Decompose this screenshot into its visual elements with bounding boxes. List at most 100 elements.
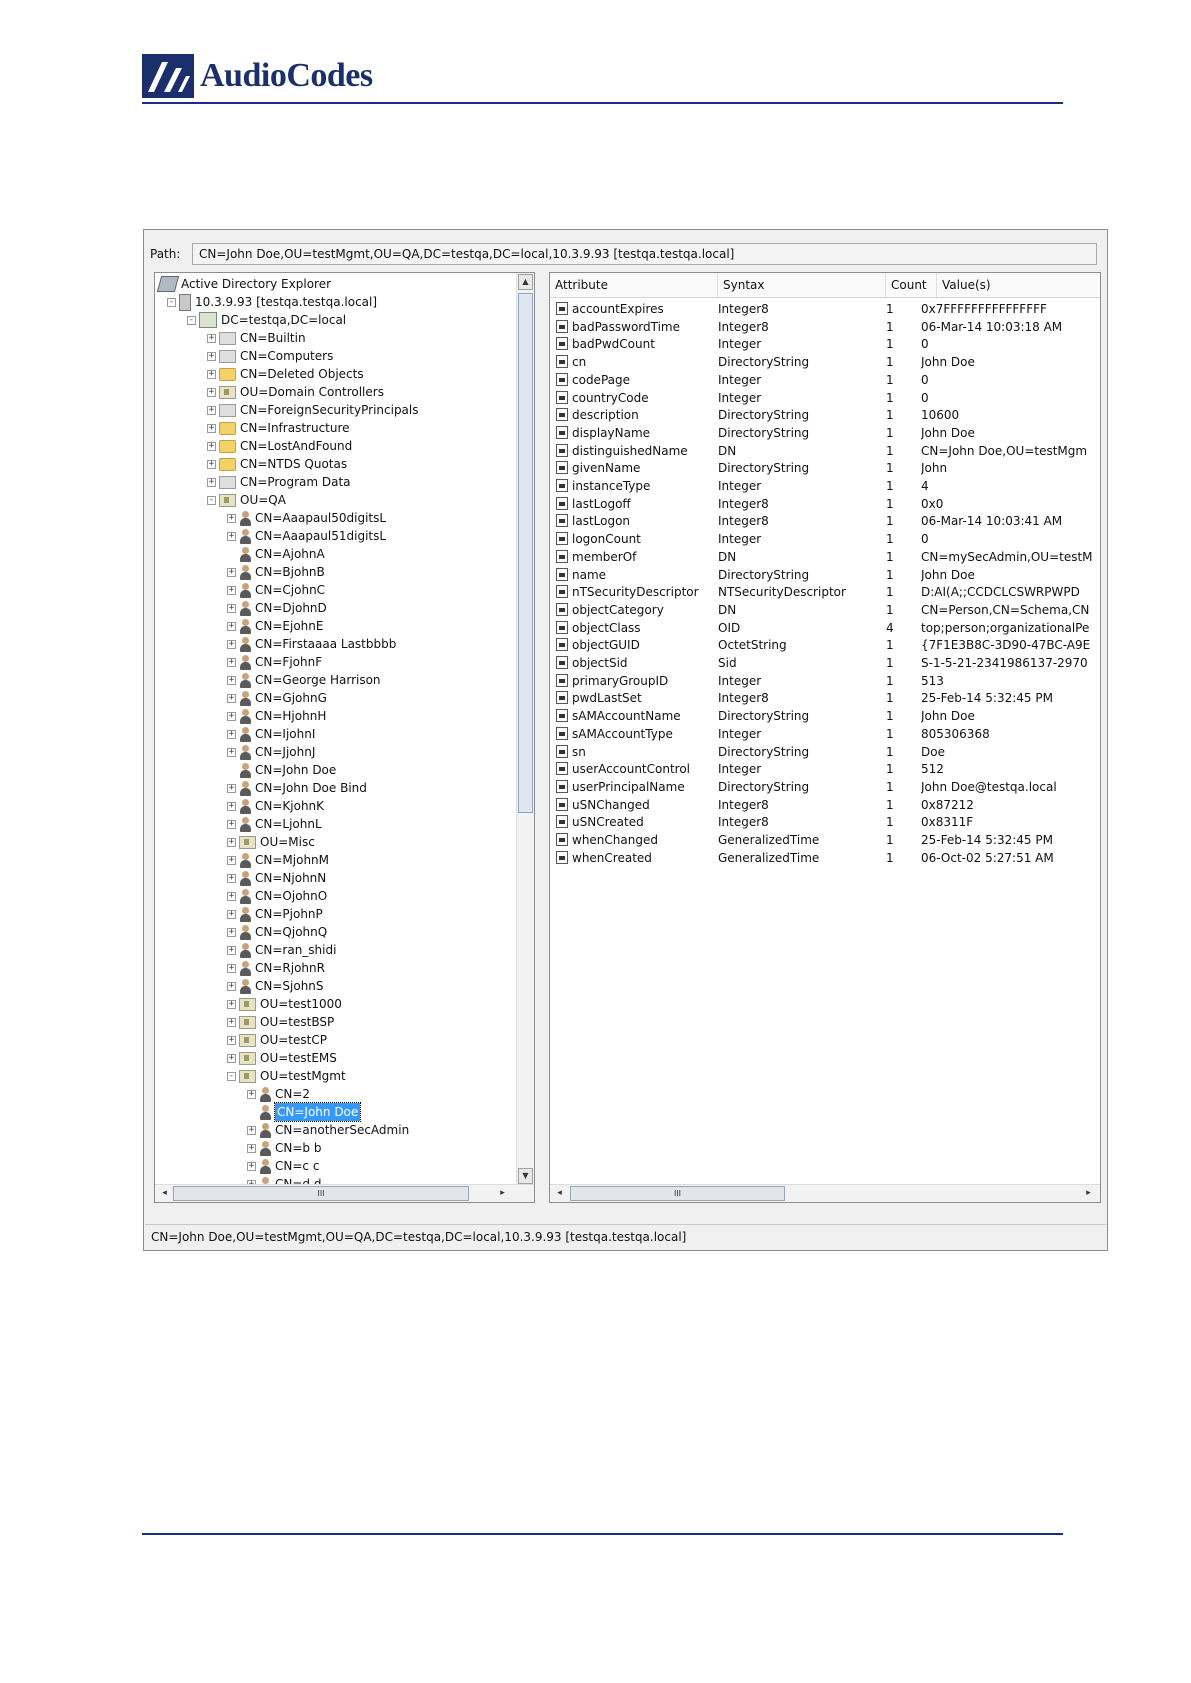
expand-icon[interactable]: + <box>227 963 236 973</box>
tree-item[interactable]: + CN=CjohnC <box>227 581 325 599</box>
tree-item[interactable]: + CN=OjohnO <box>227 887 327 905</box>
tree-item[interactable]: + CN=2 <box>247 1085 310 1103</box>
table-row[interactable]: description DirectoryString 1 10600 <box>550 406 1100 425</box>
expand-icon[interactable]: + <box>207 423 216 433</box>
tree-item[interactable]: + CN=RjohnR <box>227 959 325 977</box>
expand-icon[interactable]: + <box>227 873 236 883</box>
tree-item[interactable]: + CN=EjohnE <box>227 617 323 635</box>
list-hscroll-thumb[interactable]: III <box>570 1186 785 1201</box>
expand-icon[interactable]: + <box>227 891 236 901</box>
tree-item[interactable]: - OU=testMgmt <box>227 1067 346 1085</box>
table-row[interactable]: sn DirectoryString 1 Doe <box>550 743 1100 762</box>
tree-item[interactable]: + CN=Computers <box>207 347 333 365</box>
tree-item[interactable]: CN=John Doe <box>247 1102 362 1122</box>
expand-icon[interactable]: + <box>227 783 236 793</box>
expand-icon[interactable]: + <box>247 1143 256 1153</box>
expand-icon[interactable]: + <box>207 441 216 451</box>
scroll-left-icon[interactable]: ◂ <box>552 1186 567 1201</box>
expand-icon[interactable]: + <box>227 927 236 937</box>
tree-item[interactable]: + CN=SjohnS <box>227 977 324 995</box>
tree-item[interactable]: + CN=ForeignSecurityPrincipals <box>207 401 419 419</box>
tree-item[interactable]: + OU=Domain Controllers <box>207 383 384 401</box>
expand-icon[interactable]: + <box>227 1017 236 1027</box>
tree-item[interactable]: + OU=testBSP <box>227 1013 334 1031</box>
table-row[interactable]: pwdLastSet Integer8 1 25-Feb-14 5:32:45 PM <box>550 689 1100 708</box>
tree-item[interactable]: + CN=JjohnJ <box>227 743 315 761</box>
tree-item[interactable]: + OU=testEMS <box>227 1049 337 1067</box>
expand-icon[interactable]: + <box>227 657 236 667</box>
collapse-icon[interactable]: - <box>167 297 176 307</box>
table-row[interactable]: logonCount Integer 1 0 <box>550 530 1100 549</box>
tree-item[interactable]: + CN=d d <box>247 1175 321 1184</box>
column-header-attribute[interactable]: Attribute <box>550 273 718 297</box>
expand-icon[interactable]: + <box>227 729 236 739</box>
tree-item[interactable]: + CN=George Harrison <box>227 671 381 689</box>
expand-icon[interactable]: + <box>227 1053 236 1063</box>
table-row[interactable]: userPrincipalName DirectoryString 1 John Do… <box>550 778 1100 797</box>
expand-icon[interactable]: + <box>227 513 236 523</box>
table-row[interactable]: badPwdCount Integer 1 0 <box>550 335 1100 354</box>
tree-item[interactable]: + CN=Aaapaul50digitsL <box>227 509 386 527</box>
tree-item[interactable]: + CN=NjohnN <box>227 869 326 887</box>
table-row[interactable]: codePage Integer 1 0 <box>550 371 1100 390</box>
collapse-icon[interactable]: - <box>187 315 196 325</box>
expand-icon[interactable]: + <box>227 837 236 847</box>
tree-item[interactable]: CN=John Doe <box>227 761 336 779</box>
expand-icon[interactable]: + <box>207 405 216 415</box>
tree-item[interactable]: + CN=HjohnH <box>227 707 326 725</box>
table-row[interactable]: instanceType Integer 1 4 <box>550 477 1100 496</box>
tree-hscroll-thumb[interactable]: III <box>173 1186 469 1201</box>
expand-icon[interactable]: + <box>227 531 236 541</box>
table-row[interactable]: cn DirectoryString 1 John Doe <box>550 353 1100 372</box>
table-row[interactable]: objectCategory DN 1 CN=Person,CN=Schema,CN <box>550 601 1100 620</box>
tree-item[interactable]: + CN=b b <box>247 1139 321 1157</box>
table-row[interactable]: accountExpires Integer8 1 0x7FFFFFFFFFFFFFF… <box>550 300 1100 319</box>
tree-item[interactable]: - OU=QA <box>207 491 286 509</box>
expand-icon[interactable]: + <box>207 459 216 469</box>
expand-icon[interactable]: + <box>227 711 236 721</box>
tree-item[interactable]: + CN=FjohnF <box>227 653 322 671</box>
tree-item[interactable]: + CN=NTDS Quotas <box>207 455 347 473</box>
table-row[interactable]: badPasswordTime Integer8 1 06-Mar-14 10:03:… <box>550 318 1100 337</box>
expand-icon[interactable]: + <box>247 1089 256 1099</box>
table-row[interactable]: lastLogoff Integer8 1 0x0 <box>550 495 1100 514</box>
tree-item[interactable]: + CN=QjohnQ <box>227 923 327 941</box>
tree-item[interactable]: + CN=BjohnB <box>227 563 325 581</box>
expand-icon[interactable]: + <box>227 621 236 631</box>
tree-item[interactable]: + OU=Misc <box>227 833 315 851</box>
scroll-up-icon[interactable]: ▲ <box>518 274 533 290</box>
tree-item[interactable]: + CN=c c <box>247 1157 319 1175</box>
tree-scroll-thumb[interactable] <box>518 293 533 813</box>
expand-icon[interactable]: + <box>227 855 236 865</box>
scroll-right-icon[interactable]: ▸ <box>1081 1186 1096 1201</box>
expand-icon[interactable]: + <box>227 693 236 703</box>
table-row[interactable]: sAMAccountName DirectoryString 1 John Doe <box>550 707 1100 726</box>
table-row[interactable]: memberOf DN 1 CN=mySecAdmin,OU=testM <box>550 548 1100 567</box>
expand-icon[interactable]: + <box>207 369 216 379</box>
table-row[interactable]: whenCreated GeneralizedTime 1 06-Oct-02 5:2… <box>550 849 1100 868</box>
tree-item[interactable]: + CN=Deleted Objects <box>207 365 364 383</box>
tree-item[interactable]: + CN=PjohnP <box>227 905 323 923</box>
tree-item[interactable]: CN=AjohnA <box>227 545 325 563</box>
tree-item[interactable]: + OU=testCP <box>227 1031 327 1049</box>
tree-item[interactable]: + CN=KjohnK <box>227 797 324 815</box>
table-row[interactable]: whenChanged GeneralizedTime 1 25-Feb-14 5:3… <box>550 831 1100 850</box>
expand-icon[interactable]: + <box>227 1035 236 1045</box>
list-horizontal-scrollbar[interactable]: ◂ III ▸ <box>550 1184 1100 1202</box>
collapse-icon[interactable]: - <box>227 1071 236 1081</box>
table-row[interactable]: objectClass OID 4 top;person;organizational… <box>550 619 1100 638</box>
table-row[interactable]: nTSecurityDescriptor NTSecurityDescriptor… <box>550 583 1100 602</box>
table-row[interactable]: primaryGroupID Integer 1 513 <box>550 672 1100 691</box>
table-row[interactable]: userAccountControl Integer 1 512 <box>550 760 1100 779</box>
expand-icon[interactable]: + <box>207 477 216 487</box>
tree-item[interactable]: + OU=test1000 <box>227 995 342 1013</box>
scroll-left-icon[interactable]: ◂ <box>157 1186 172 1201</box>
tree-item[interactable]: + CN=anotherSecAdmin <box>247 1121 409 1139</box>
expand-icon[interactable]: + <box>227 585 236 595</box>
tree-item[interactable]: Active Directory Explorer <box>156 275 331 293</box>
expand-icon[interactable]: + <box>247 1125 256 1135</box>
column-header-count[interactable]: Count <box>886 273 937 297</box>
table-row[interactable]: lastLogon Integer8 1 06-Mar-14 10:03:41 AM <box>550 512 1100 531</box>
tree-vertical-scrollbar[interactable]: ▲ ▼ <box>516 273 534 1185</box>
table-row[interactable]: uSNCreated Integer8 1 0x8311F <box>550 813 1100 832</box>
